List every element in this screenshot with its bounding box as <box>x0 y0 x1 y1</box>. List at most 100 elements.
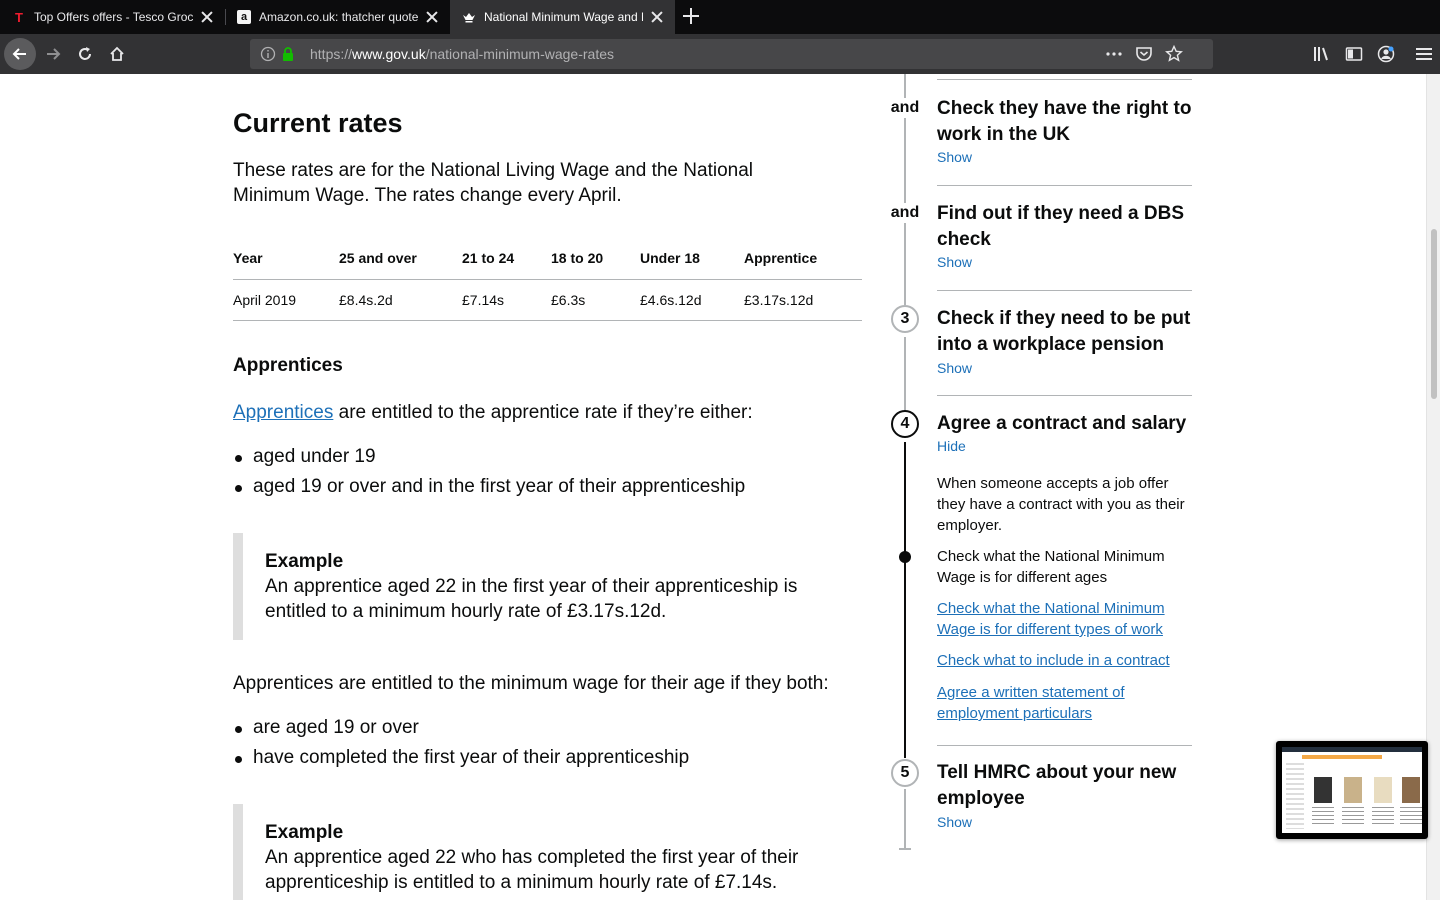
scrollbar-thumb[interactable] <box>1431 229 1437 399</box>
thumbnail-preview-image <box>1282 747 1422 833</box>
step-title[interactable]: Agree a contract and salary <box>937 411 1192 437</box>
table-cell: £7.14s <box>462 279 551 321</box>
example-text: An apprentice aged 22 who has completed … <box>265 847 799 893</box>
list-item: have completed the first year of their a… <box>233 743 689 773</box>
sidebar-button[interactable] <box>1338 38 1370 70</box>
hamburger-menu-icon <box>1416 48 1432 60</box>
example-title: Example <box>265 822 344 843</box>
step-title[interactable]: Find out if they need a DBS check <box>937 201 1192 253</box>
tab-title: Top Offers offers - Tesco Groce <box>34 10 193 24</box>
example-callout: Example An apprentice aged 22 in the fir… <box>233 533 862 640</box>
table-cell: £6.3s <box>551 279 640 321</box>
close-tab-icon[interactable] <box>199 9 215 25</box>
amazon-favicon-icon: a <box>237 10 251 24</box>
apprentices-heading: Apprentices <box>233 355 343 376</box>
apprentices-link[interactable]: Apprentices <box>233 402 333 423</box>
arrow-right-icon <box>47 48 61 60</box>
step-rail <box>904 789 906 849</box>
rates-table: Year 25 and over 21 to 24 18 to 20 Under… <box>233 246 862 321</box>
table-header-row: Year 25 and over 21 to 24 18 to 20 Under… <box>233 246 862 280</box>
step-show-toggle[interactable]: Show <box>937 360 972 376</box>
step-rail <box>904 337 906 411</box>
step-number: 3 <box>891 305 919 333</box>
table-cell: £4.6s.12d <box>640 279 744 321</box>
list-item: aged 19 or over and in the first year of… <box>233 472 745 502</box>
back-button[interactable] <box>4 38 36 70</box>
tab-strip: T Top Offers offers - Tesco Groce a Amaz… <box>0 0 1440 34</box>
new-tab-icon[interactable] <box>680 5 702 27</box>
page-viewport: Current rates These rates are for the Na… <box>0 74 1426 900</box>
info-icon[interactable] <box>260 46 276 62</box>
and-marker: and <box>890 98 920 118</box>
vertical-scrollbar[interactable] <box>1426 74 1440 900</box>
step-divider <box>937 79 1192 80</box>
step-rail-end <box>899 848 911 850</box>
step-link[interactable]: Agree a written statement of employment … <box>937 682 1195 724</box>
address-bar[interactable]: https://www.gov.uk/national-minimum-wage… <box>250 39 1213 69</box>
lock-icon[interactable] <box>280 46 296 62</box>
library-button[interactable] <box>1306 38 1338 70</box>
step-hide-toggle[interactable]: Hide <box>937 438 966 454</box>
tab-gov-uk-active[interactable]: National Minimum Wage and Na <box>450 0 675 34</box>
tab-title: National Minimum Wage and Na <box>484 10 643 24</box>
tab-amazon[interactable]: a Amazon.co.uk: thatcher quotes <box>225 0 450 34</box>
navigation-toolbar: https://www.gov.uk/national-minimum-wage… <box>0 34 1440 74</box>
minimum-wage-conditions: are aged 19 or over have completed the f… <box>233 713 689 773</box>
column-header: Year <box>233 246 339 280</box>
step-link[interactable]: Check what the National Minimum Wage is … <box>937 598 1195 640</box>
menu-button[interactable] <box>1408 38 1440 70</box>
screenshot-thumbnail[interactable] <box>1276 741 1428 839</box>
column-header: Apprentice <box>744 246 862 280</box>
forward-button[interactable] <box>37 38 69 70</box>
step-number: 5 <box>891 759 919 787</box>
pocket-icon[interactable] <box>1135 45 1153 63</box>
tesco-favicon-icon: T <box>15 9 23 25</box>
library-icon <box>1314 47 1328 61</box>
column-header: Under 18 <box>640 246 744 280</box>
example-callout: Example An apprentice aged 22 who has co… <box>233 804 862 900</box>
bookmark-star-icon[interactable] <box>1165 45 1183 63</box>
url-text[interactable]: https://www.gov.uk/national-minimum-wage… <box>310 46 614 62</box>
crown-favicon-icon <box>462 10 476 24</box>
reload-icon <box>79 47 91 60</box>
step-description: When someone accepts a job offer they ha… <box>937 475 1185 534</box>
reload-button[interactable] <box>69 38 101 70</box>
page-actions-icon[interactable] <box>1105 45 1123 63</box>
close-tab-icon[interactable] <box>649 9 665 25</box>
and-marker: and <box>890 203 920 223</box>
tab-title: Amazon.co.uk: thatcher quotes <box>259 10 418 24</box>
step-link[interactable]: Check what to include in a contract <box>937 650 1195 671</box>
tab-tesco[interactable]: T Top Offers offers - Tesco Groce <box>0 0 225 34</box>
rates-intro: These rates are for the National Living … <box>233 160 753 206</box>
step-show-toggle[interactable]: Show <box>937 254 972 270</box>
minimum-wage-paragraph: Apprentices are entitled to the minimum … <box>233 673 829 694</box>
apprentices-rate-paragraph: Apprentices are entitled to the apprenti… <box>233 402 753 423</box>
arrow-left-icon <box>12 48 26 60</box>
account-button[interactable] <box>1370 38 1402 70</box>
list-item: aged under 19 <box>233 442 745 472</box>
step-number: 4 <box>891 410 919 438</box>
step-show-toggle[interactable]: Show <box>937 814 972 830</box>
list-item: are aged 19 or over <box>233 713 689 743</box>
home-icon <box>110 46 124 61</box>
table-cell: April 2019 <box>233 279 339 321</box>
home-button[interactable] <box>101 38 133 70</box>
step-title[interactable]: Check they have the right to work in the… <box>937 96 1192 148</box>
apprentice-rate-conditions: aged under 19 aged 19 or over and in the… <box>233 442 745 502</box>
step-title[interactable]: Check if they need to be put into a work… <box>937 306 1192 358</box>
example-title: Example <box>265 551 344 572</box>
close-tab-icon[interactable] <box>424 9 440 25</box>
step-divider <box>937 745 1192 746</box>
step-divider <box>937 185 1192 186</box>
step-show-toggle[interactable]: Show <box>937 149 972 165</box>
step-divider <box>937 395 1192 396</box>
column-header: 25 and over <box>339 246 462 280</box>
column-header: 18 to 20 <box>551 246 640 280</box>
step-divider <box>937 290 1192 291</box>
current-page-item: Check what the National Minimum Wage is … <box>937 548 1165 586</box>
table-cell: £8.4s.2d <box>339 279 462 321</box>
current-page-dot <box>899 551 911 563</box>
account-icon <box>1377 45 1395 63</box>
step-title[interactable]: Tell HMRC about your new employee <box>937 760 1192 812</box>
example-text: An apprentice aged 22 in the first year … <box>265 576 798 622</box>
